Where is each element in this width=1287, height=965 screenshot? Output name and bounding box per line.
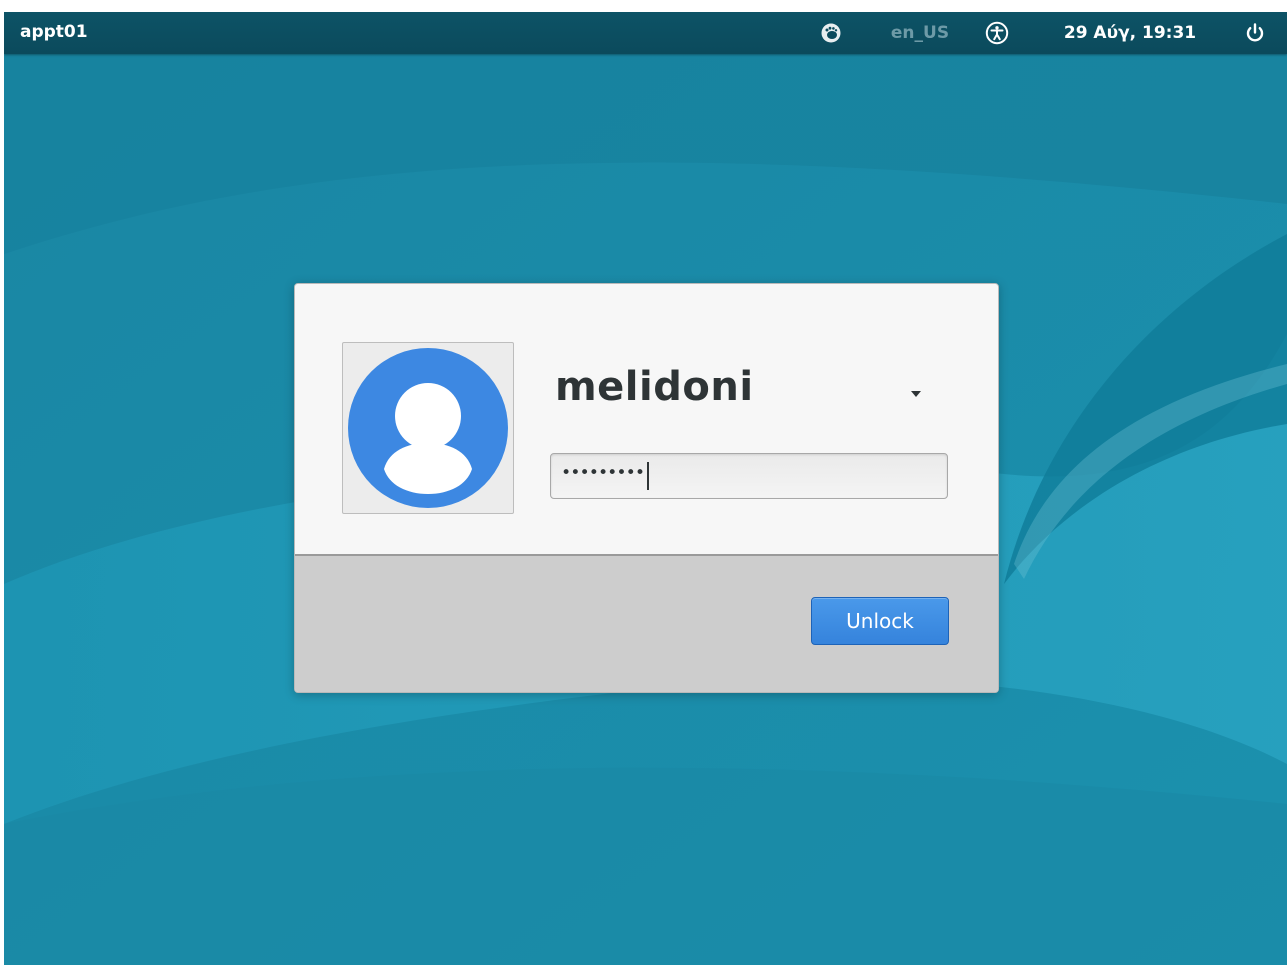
user-avatar <box>342 342 514 514</box>
unlock-button[interactable]: Unlock <box>811 597 949 645</box>
user-avatar-icon <box>348 348 508 508</box>
username-label: melidoni <box>555 364 754 410</box>
unlock-dialog: melidoni ••••••••• Unlock <box>294 283 999 693</box>
text-cursor <box>647 462 650 490</box>
power-icon[interactable] <box>1240 20 1270 46</box>
dialog-content: melidoni ••••••••• <box>295 284 998 554</box>
user-menu-button[interactable] <box>895 379 937 409</box>
hostname-label: appt01 <box>20 22 88 42</box>
dropdown-arrow-icon <box>911 391 921 397</box>
lock-screen: appt01 en_US 29 Αύγ, 19:31 melidoni ••••… <box>4 4 1287 965</box>
accessibility-icon[interactable] <box>982 20 1012 46</box>
gnome-foot-icon[interactable] <box>816 20 846 46</box>
language-indicator[interactable]: en_US <box>882 20 958 46</box>
document-caption-fragment <box>0 0 1287 12</box>
password-value: ••••••••• <box>561 463 645 483</box>
language-label: en_US <box>890 23 950 43</box>
page: appt01 en_US 29 Αύγ, 19:31 melidoni ••••… <box>0 0 1287 965</box>
clock[interactable]: 29 Αύγ, 19:31 <box>1048 20 1212 46</box>
datetime-label: 29 Αύγ, 19:31 <box>1063 23 1197 43</box>
top-bar: appt01 en_US 29 Αύγ, 19:31 <box>4 12 1287 54</box>
password-field[interactable]: ••••••••• <box>550 453 948 499</box>
